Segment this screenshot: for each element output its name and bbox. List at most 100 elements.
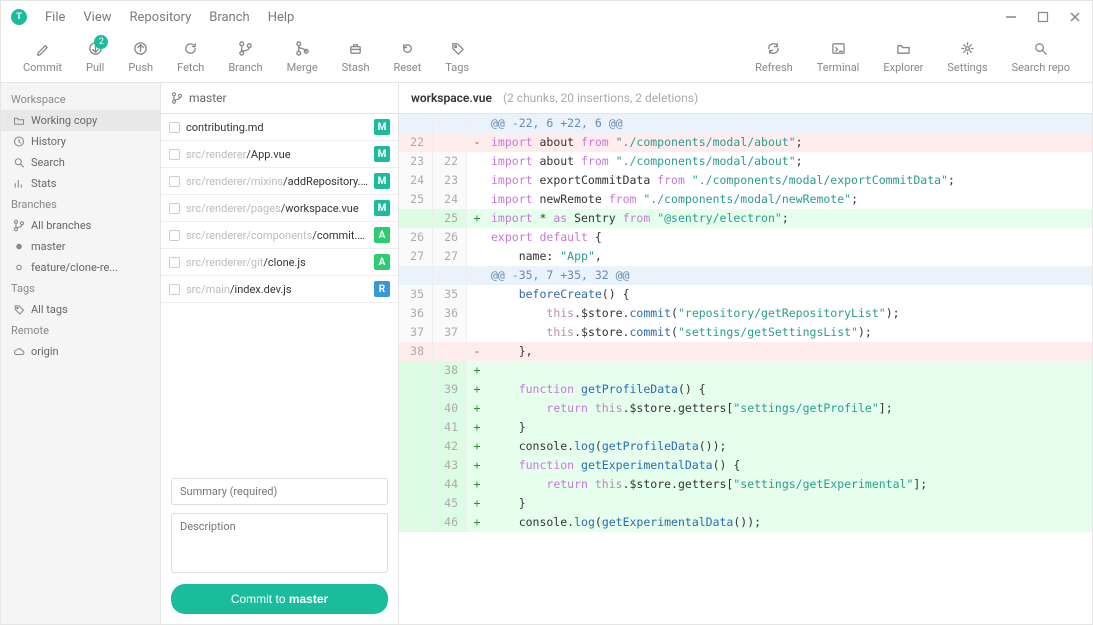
refresh-button[interactable]: Refresh [743,37,805,76]
sidebar-item-search[interactable]: Search [1,152,160,173]
sidebar-item-origin[interactable]: origin [1,341,160,362]
menu-repository[interactable]: Repository [130,10,192,25]
code-content: beforeCreate() { [487,285,1092,304]
checkbox[interactable] [169,149,180,160]
maximize-icon[interactable] [1036,10,1050,24]
file-row[interactable]: src/main/index.dev.js R [161,276,398,303]
branch-selector[interactable]: master [161,83,398,114]
reset-button[interactable]: Reset [382,37,434,76]
sidebar-item-label: History [31,135,66,148]
old-line-number [399,494,433,513]
file-path: src/main/index.dev.js [186,283,368,296]
status-badge: M [374,146,390,162]
diff-mark [467,114,487,133]
code-content: return this.$store.getters["settings/get… [487,399,1092,418]
file-row[interactable]: src/renderer/pages/workspace.vue M [161,195,398,222]
merge-button[interactable]: Merge [275,37,330,76]
sidebar-item-feature[interactable]: feature/clone-re... [1,257,160,278]
diff-mark: + [467,437,487,456]
code-content: import about from "./components/modal/ab… [487,133,1092,152]
sidebar-item-all-tags[interactable]: All tags [1,299,160,320]
sidebar-item-stats[interactable]: Stats [1,173,160,194]
file-row[interactable]: src/renderer/components/commit.vue A [161,222,398,249]
commit-button[interactable]: Commit to master [171,584,388,614]
diff-mark [467,190,487,209]
diff-line: @@ -35, 7 +35, 32 @@ [399,266,1092,285]
search-icon [13,157,25,169]
menu-help[interactable]: Help [268,10,295,25]
description-input[interactable] [171,513,388,573]
checkbox[interactable] [169,230,180,241]
stash-button[interactable]: Stash [330,37,382,76]
diff-stats: (2 chunks, 20 insertions, 2 deletions) [503,91,698,105]
diff-mark: + [467,475,487,494]
sidebar-item-master[interactable]: master [1,236,160,257]
code-content: import exportCommitData from "./componen… [487,171,1092,190]
diff-line: 41 + } [399,418,1092,437]
sidebar-item-working-copy[interactable]: Working copy [1,110,160,131]
diff-line: 35 35 beforeCreate() { [399,285,1092,304]
file-row[interactable]: contributing.md M [161,114,398,141]
branch-button[interactable]: Branch [216,37,274,76]
old-line-number: 35 [399,285,433,304]
menu-view[interactable]: View [83,10,111,25]
toolbar-label: Terminal [817,61,860,74]
diff-mark: - [467,133,487,152]
checkbox[interactable] [169,257,180,268]
new-line-number: 44 [433,475,467,494]
new-line-number: 24 [433,190,467,209]
old-line-number [399,437,433,456]
tag-icon [450,39,465,57]
merge-icon [295,39,310,57]
commit-button[interactable]: Commit [11,37,74,76]
old-line-number [399,399,433,418]
sidebar-section-title: Tags [1,278,160,299]
summary-input[interactable] [171,478,388,505]
minimize-icon[interactable] [1004,10,1018,24]
menubar: T FileViewRepositoryBranchHelp [1,1,1092,33]
menu-file[interactable]: File [45,10,65,25]
sidebar-item-all-branches[interactable]: All branches [1,215,160,236]
old-line-number [399,266,433,285]
file-row[interactable]: src/renderer/git/clone.js A [161,249,398,276]
fetch-button[interactable]: Fetch [165,37,216,76]
old-line-number: 25 [399,190,433,209]
push-button[interactable]: Push [116,37,165,76]
diff-line: 43 + function getExperimentalData() { [399,456,1092,475]
menu-branch[interactable]: Branch [209,10,249,25]
file-row[interactable]: src/renderer/App.vue M [161,141,398,168]
checkbox[interactable] [169,203,180,214]
checkbox[interactable] [169,122,180,133]
terminal-button[interactable]: Terminal [805,37,872,76]
file-row[interactable]: src/renderer/mixins/addRepository.js M [161,168,398,195]
sidebar-item-label: Stats [31,177,56,190]
diff-content[interactable]: @@ -22, 6 +22, 6 @@22 - import about fro… [399,114,1092,624]
diff-line: @@ -22, 6 +22, 6 @@ [399,114,1092,133]
toolbar-label: Branch [228,61,262,74]
new-line-number [433,114,467,133]
diff-panel: workspace.vue (2 chunks, 20 insertions, … [399,83,1092,624]
toolbar-label: Explorer [883,61,923,74]
toolbar-label: Search repo [1012,61,1070,74]
old-line-number: 23 [399,152,433,171]
searchrepo-button[interactable]: Search repo [1000,37,1082,76]
refresh-icon [183,39,198,57]
settings-button[interactable]: Settings [935,37,999,76]
file-path: src/renderer/components/commit.vue [186,229,368,242]
code-content: function getProfileData() { [487,380,1092,399]
checkbox[interactable] [169,176,180,187]
close-icon[interactable] [1068,10,1082,24]
checkbox[interactable] [169,284,180,295]
diff-line: 25 24 import newRemote from "./component… [399,190,1092,209]
old-line-number: 37 [399,323,433,342]
new-line-number: 40 [433,399,467,418]
diff-header: workspace.vue (2 chunks, 20 insertions, … [399,83,1092,114]
old-line-number: 26 [399,228,433,247]
pull-button[interactable]: Pull2 [74,37,116,76]
folder-icon [13,115,25,127]
tags-button[interactable]: Tags [433,37,481,76]
toolbar-label: Reset [394,61,422,74]
pencil-icon [35,39,50,57]
sidebar-item-history[interactable]: History [1,131,160,152]
explorer-button[interactable]: Explorer [871,37,935,76]
